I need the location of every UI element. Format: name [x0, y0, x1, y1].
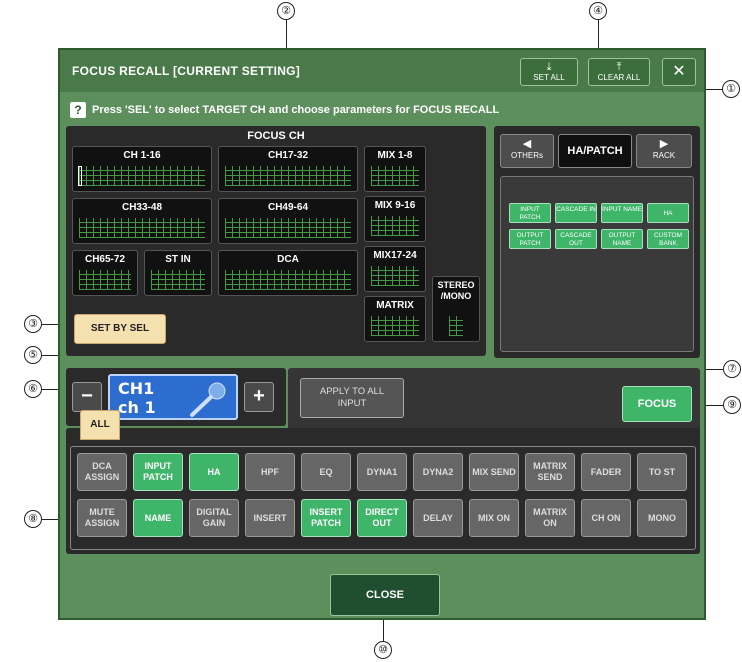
param-direct-out-button[interactable]: DIRECT OUT: [357, 499, 407, 537]
focus-button[interactable]: FOCUS: [622, 386, 692, 422]
param-grid: INPUT PATCH CASCADE IN INPUT NAME HA OUT…: [500, 176, 694, 352]
ch-block-mix-17-24[interactable]: MIX17-24: [364, 246, 426, 292]
param-custom-bank[interactable]: CUSTOM BANK: [647, 229, 689, 249]
param-insert-button[interactable]: INSERT: [245, 499, 295, 537]
ch-block-matrix[interactable]: MATRIX: [364, 296, 426, 342]
fader-bars: [371, 266, 419, 286]
param-ch-on-button[interactable]: CH ON: [581, 499, 631, 537]
ch-block-33-48[interactable]: CH33-48: [72, 198, 212, 244]
selected-channel-marker: [78, 166, 82, 186]
fader-bars: [371, 316, 419, 336]
callout-10: ⑩: [374, 641, 392, 659]
callout-1: ①: [722, 80, 740, 98]
param-output-name[interactable]: OUTPUT NAME: [601, 229, 643, 249]
help-line: ? Press 'SEL' to select TARGET CH and ch…: [70, 102, 499, 118]
next-page-button[interactable]: ▶ RACK: [636, 134, 692, 168]
callout-9: ⑨: [723, 396, 741, 414]
help-text: Press 'SEL' to select TARGET CH and choo…: [92, 104, 500, 116]
focus-ch-label: FOCUS CH: [247, 130, 305, 142]
param-cascade-in[interactable]: CASCADE IN: [555, 203, 597, 223]
fader-bars: [225, 270, 351, 290]
param-to-st-button[interactable]: TO ST: [637, 453, 687, 491]
callout-2: ②: [277, 2, 295, 20]
fader-bars: [79, 218, 205, 238]
param-matrix-on-button[interactable]: MATRIX ON: [525, 499, 575, 537]
close-button[interactable]: CLOSE: [330, 574, 440, 616]
param-digital-gain-button[interactable]: DIGITAL GAIN: [189, 499, 239, 537]
ch-block-st-in[interactable]: ST IN: [144, 250, 212, 296]
close-window-button[interactable]: ✕: [662, 58, 696, 86]
param-input-patch[interactable]: INPUT PATCH: [509, 203, 551, 223]
ch-block-49-64[interactable]: CH49-64: [218, 198, 358, 244]
param-name-button[interactable]: NAME: [133, 499, 183, 537]
ch-block-65-72[interactable]: CH65-72: [72, 250, 138, 296]
param-fader-button[interactable]: FADER: [581, 453, 631, 491]
fader-bars: [371, 166, 419, 186]
arrow-left-icon: ◀: [522, 138, 532, 150]
param-input-patch-button[interactable]: INPUT PATCH: [133, 453, 183, 491]
window-title: FOCUS RECALL [CURRENT SETTING]: [72, 64, 301, 78]
help-icon[interactable]: ?: [70, 102, 86, 118]
params-box: DCA ASSIGN INPUT PATCH HA HPF EQ DYNA1 DYNA2 MI…: [70, 446, 696, 550]
param-dyna1-button[interactable]: DYNA1: [357, 453, 407, 491]
callout-5: ⑤: [24, 346, 42, 364]
channel-display: CH1 ch 1: [108, 374, 238, 420]
ch-block-dca[interactable]: DCA: [218, 250, 358, 296]
ch-block-17-32[interactable]: CH17-32: [218, 146, 358, 192]
ch-block-1-16[interactable]: CH 1-16: [72, 146, 212, 192]
set-all-button[interactable]: ⤓ SET ALL: [520, 58, 578, 86]
param-cascade-out[interactable]: CASCADE OUT: [555, 229, 597, 249]
param-ha[interactable]: HA: [647, 203, 689, 223]
param-mono-button[interactable]: MONO: [637, 499, 687, 537]
callout-7: ⑦: [723, 360, 741, 378]
param-selector-panel: ◀ OTHERs HA/PATCH ▶ RACK INPUT PATCH CAS…: [494, 126, 700, 358]
fader-bars: [449, 316, 463, 336]
param-dca-assign-button[interactable]: DCA ASSIGN: [77, 453, 127, 491]
callout-6: ⑥: [24, 380, 42, 398]
focus-recall-window: FOCUS RECALL [CURRENT SETTING] ⤓ SET ALL…: [58, 48, 706, 620]
callout-4: ④: [589, 2, 607, 20]
fader-bars: [225, 166, 351, 186]
param-insert-patch-button[interactable]: INSERT PATCH: [301, 499, 351, 537]
focus-ch-panel: FOCUS CH CH 1-16 CH17-32 CH33-48 CH49-64…: [66, 126, 486, 356]
fader-bars: [79, 270, 131, 290]
set-by-sel-button[interactable]: SET BY SEL: [74, 314, 166, 344]
fader-bars: [371, 216, 419, 236]
prev-page-button[interactable]: ◀ OTHERs: [500, 134, 554, 168]
current-page-label: HA/PATCH: [558, 134, 632, 168]
param-hpf-button[interactable]: HPF: [245, 453, 295, 491]
set-all-icon: ⤓: [546, 61, 552, 73]
param-ha-button[interactable]: HA: [189, 453, 239, 491]
param-delay-button[interactable]: DELAY: [413, 499, 463, 537]
callout-8: ⑧: [24, 510, 42, 528]
param-mix-send-button[interactable]: MIX SEND: [469, 453, 519, 491]
all-tab[interactable]: ALL: [80, 410, 120, 440]
ch-block-mix-1-8[interactable]: MIX 1-8: [364, 146, 426, 192]
fader-bars: [79, 166, 205, 186]
apply-to-all-input-button[interactable]: APPLY TO ALL INPUT: [300, 378, 404, 418]
ch-block-stereo-mono[interactable]: STEREO /MONO: [432, 276, 480, 342]
callout-3: ③: [24, 315, 42, 333]
next-channel-button[interactable]: +: [244, 382, 274, 412]
fader-bars: [225, 218, 351, 238]
ch-block-mix-9-16[interactable]: MIX 9-16: [364, 196, 426, 242]
title-bar: FOCUS RECALL [CURRENT SETTING] ⤓ SET ALL…: [60, 50, 704, 92]
clear-all-icon: ⤒: [616, 61, 622, 73]
param-matrix-send-button[interactable]: MATRIX SEND: [525, 453, 575, 491]
prev-channel-button[interactable]: −: [72, 382, 102, 412]
param-output-patch[interactable]: OUTPUT PATCH: [509, 229, 551, 249]
param-mute-assign-button[interactable]: MUTE ASSIGN: [77, 499, 127, 537]
param-eq-button[interactable]: EQ: [301, 453, 351, 491]
clear-all-button[interactable]: ⤒ CLEAR ALL: [588, 58, 650, 86]
fader-bars: [151, 270, 205, 290]
microphone-icon: [190, 382, 226, 417]
param-dyna2-button[interactable]: DYNA2: [413, 453, 463, 491]
param-mix-on-button[interactable]: MIX ON: [469, 499, 519, 537]
param-input-name[interactable]: INPUT NAME: [601, 203, 643, 223]
arrow-right-icon: ▶: [659, 138, 669, 150]
